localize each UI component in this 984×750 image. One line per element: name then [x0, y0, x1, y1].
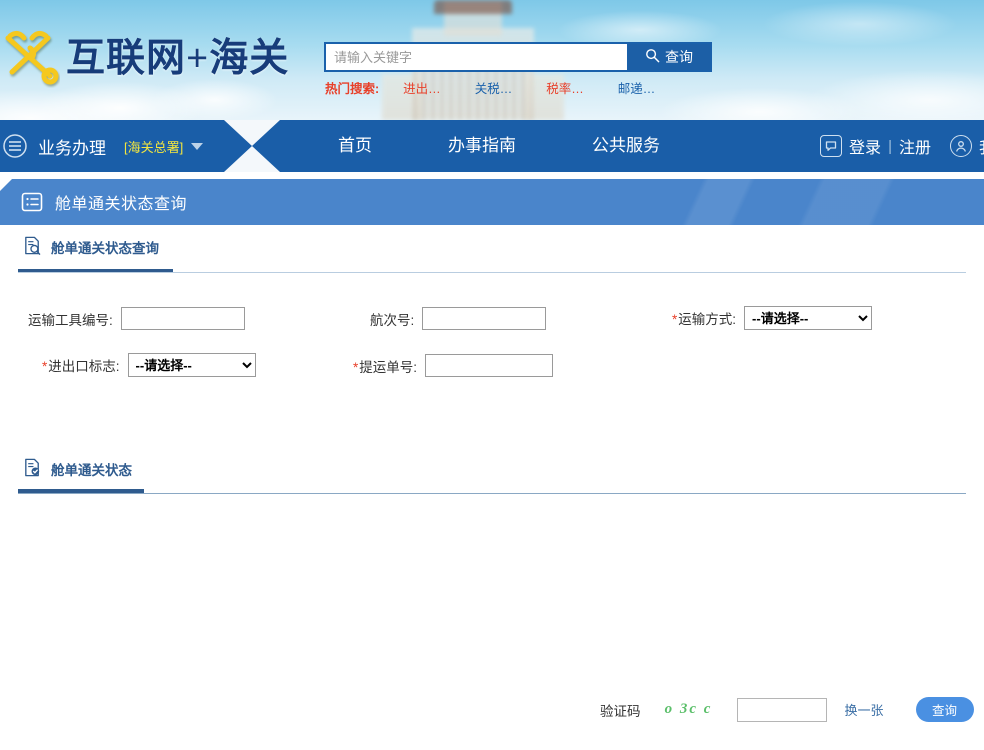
bill-of-lading-number-input[interactable] — [425, 354, 553, 377]
nav-item-public-service[interactable]: 公共服务 — [554, 120, 698, 172]
voyage-number-input[interactable] — [422, 307, 546, 330]
tab-label: 舱单通关状态查询 — [51, 237, 159, 257]
page-title: 舱单通关状态查询 — [55, 190, 187, 214]
captcha-row: 验证码 o 3c c 换一张 查询 — [600, 697, 974, 722]
search-button[interactable]: 查询 — [627, 43, 711, 71]
captcha-image[interactable]: o 3c c — [655, 698, 723, 722]
hot-search-link-3[interactable]: 税率… — [546, 78, 584, 97]
query-tabstrip: 舱单通关状态查询 — [18, 225, 966, 273]
hot-search-link-2[interactable]: 关税… — [475, 78, 513, 97]
login-link[interactable]: 登录 — [849, 134, 881, 158]
register-link[interactable]: 注册 — [899, 134, 931, 158]
search-input[interactable] — [325, 43, 627, 71]
building-roof — [434, 0, 512, 14]
message-icon[interactable] — [820, 135, 842, 157]
hot-search-bar: 热门搜索: 进出… 关税… 税率… 邮递… — [325, 78, 689, 97]
page-title-banner: 舱单通关状态查询 — [0, 179, 984, 225]
chevron-down-icon[interactable] — [191, 143, 203, 150]
document-check-icon — [22, 457, 43, 481]
field-label: *进出口标志: — [42, 355, 120, 375]
submit-query-button[interactable]: 查询 — [916, 697, 974, 722]
transport-tool-number-input[interactable] — [121, 307, 245, 330]
field-label: 运输工具编号: — [28, 309, 113, 329]
nav-org-selector[interactable]: [海关总署] — [124, 137, 183, 156]
list-check-icon — [20, 190, 44, 214]
result-tabstrip: 舱单通关状态 — [18, 448, 966, 494]
query-form: 运输工具编号: 航次号: *运输方式: --请选择-- *进出口标志: --请选… — [0, 273, 984, 448]
site-header: 互联网+海关 查询 热门搜索: 进出… 关税… 税率… 邮递… — [0, 0, 984, 120]
user-avatar-icon[interactable] — [950, 135, 972, 157]
hot-search-link-4[interactable]: 邮递… — [618, 78, 656, 97]
captcha-input[interactable] — [737, 698, 827, 722]
header-search: 查询 — [325, 43, 711, 71]
required-marker: * — [42, 359, 47, 374]
auth-separator: | — [888, 138, 892, 155]
import-export-flag-select[interactable]: --请选择-- — [128, 353, 256, 377]
main-navigation: 业务办理 [海关总署] 首页 办事指南 公共服务 登录 | 注册 我的 — [0, 120, 984, 172]
field-bill-of-lading-number: *提运单号: — [353, 354, 553, 377]
nav-item-home[interactable]: 首页 — [300, 120, 410, 172]
field-voyage-number: 航次号: — [370, 307, 546, 330]
nav-item-guide[interactable]: 办事指南 — [410, 120, 554, 172]
result-content-area — [0, 494, 984, 724]
field-label: 航次号: — [370, 309, 414, 329]
tab-manifest-status-query[interactable]: 舱单通关状态查询 — [18, 225, 173, 272]
hot-search-link-1[interactable]: 进出… — [403, 78, 441, 97]
tab-label: 舱单通关状态 — [51, 459, 132, 479]
search-button-label: 查询 — [665, 47, 693, 67]
my-account-label[interactable]: 我的 — [979, 134, 984, 158]
transport-mode-select[interactable]: --请选择-- — [744, 306, 872, 330]
captcha-refresh-link[interactable]: 换一张 — [845, 700, 884, 719]
required-marker: * — [672, 312, 677, 327]
search-icon — [645, 48, 660, 66]
field-label: *提运单号: — [353, 356, 417, 376]
document-search-icon — [22, 235, 43, 259]
field-label: *运输方式: — [672, 308, 736, 328]
site-title: 互联网+海关 — [66, 27, 289, 83]
hamburger-menu-icon[interactable] — [0, 133, 36, 159]
hot-search-label: 热门搜索: — [325, 78, 379, 97]
customs-emblem-icon — [4, 26, 60, 88]
field-import-export-flag: *进出口标志: --请选择-- — [42, 353, 256, 377]
required-marker: * — [353, 360, 358, 375]
tab-manifest-status[interactable]: 舱单通关状态 — [18, 448, 144, 493]
field-transport-tool-number: 运输工具编号: — [28, 307, 245, 330]
field-transport-mode: *运输方式: --请选择-- — [672, 306, 872, 330]
nav-divider-bowtie — [224, 120, 280, 172]
nav-business-label[interactable]: 业务办理 — [38, 134, 106, 159]
captcha-label: 验证码 — [600, 700, 641, 720]
banner-corner-accent — [0, 179, 12, 191]
